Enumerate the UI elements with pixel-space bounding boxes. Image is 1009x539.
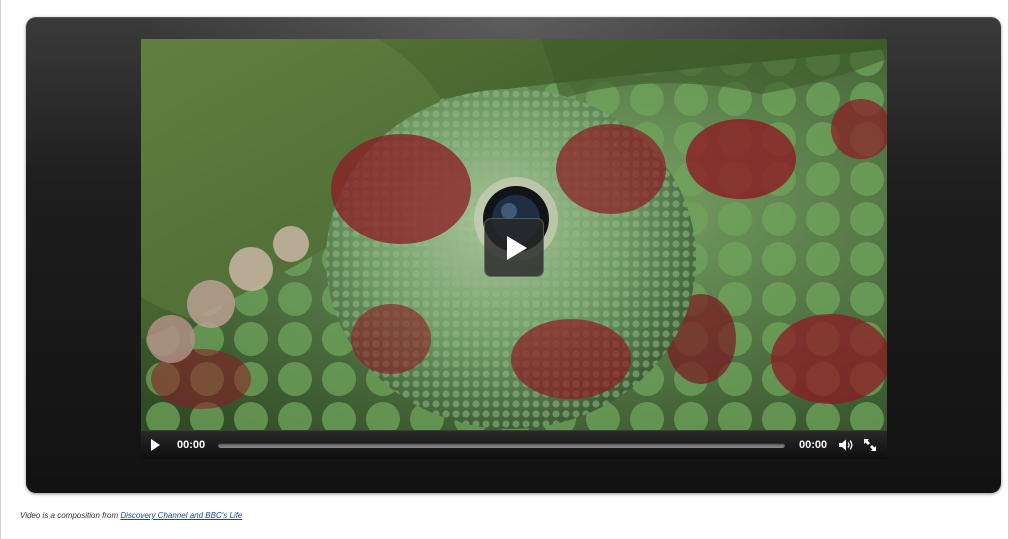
fullscreen-icon <box>864 439 876 451</box>
play-button[interactable] <box>151 439 163 452</box>
play-icon <box>507 236 527 260</box>
player-controls: 00:00 00:00 <box>141 430 887 459</box>
video-caption: Video is a composition from Discovery Ch… <box>20 511 242 520</box>
big-play-button[interactable] <box>484 218 544 277</box>
play-icon <box>151 439 160 451</box>
progress-bar[interactable] <box>218 443 785 448</box>
volume-icon <box>839 439 853 451</box>
duration-time: 00:00 <box>799 439 828 451</box>
video-viewport[interactable] <box>141 39 887 459</box>
fullscreen-button[interactable] <box>863 438 877 452</box>
caption-text: Video is a composition from <box>20 511 121 520</box>
volume-button[interactable] <box>838 438 854 452</box>
source-link[interactable]: Discovery Channel and BBC's Life <box>120 511 242 520</box>
page: 00:00 00:00 Video is a composition from … <box>0 0 1009 539</box>
current-time: 00:00 <box>177 439 206 451</box>
